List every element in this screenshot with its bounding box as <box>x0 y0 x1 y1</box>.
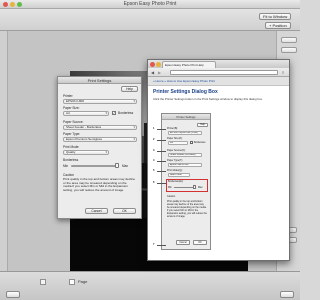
print-settings-dialog: Print Settings Help Printer: EPSON L800 … <box>57 76 142 219</box>
app-titlebar: Epson Easy Photo Print <box>0 0 300 9</box>
help-button[interactable]: Help <box>121 86 138 92</box>
inner-slider-thumb <box>193 185 196 189</box>
callout-5: 5 <box>153 169 155 172</box>
inner-paper-size-select: A4 <box>168 141 188 145</box>
browser-minimize-button[interactable] <box>156 62 161 67</box>
min-label: Min <box>63 164 69 168</box>
help-screenshot: Printer Settings Help Printer(B): EPSON … <box>161 113 211 250</box>
callout-4-leader <box>157 161 166 162</box>
inner-ok-button: OK <box>193 240 207 245</box>
caution-title: Caution <box>63 173 74 177</box>
max-label: Max <box>122 164 129 168</box>
inner-print-mode-select: Best Photo <box>168 173 190 177</box>
side-button-1[interactable] <box>281 37 297 43</box>
back-icon[interactable]: ◀ <box>151 70 154 75</box>
inner-min-label: Min <box>168 186 172 189</box>
position-button[interactable]: + Position <box>265 22 291 29</box>
page-field[interactable] <box>69 279 75 285</box>
forward-icon[interactable]: ▶ <box>158 70 161 75</box>
plus-icon: + <box>269 23 272 28</box>
menu-icon[interactable]: ≡ <box>282 70 284 75</box>
bottom-left-button[interactable] <box>6 291 20 298</box>
callout-2-leader <box>157 140 166 141</box>
page-heading: Printer Settings Dialog Box <box>153 89 218 95</box>
inner-cancel-button: Cancel <box>176 240 190 245</box>
inner-printer-select: EPSON Stylus C82 (USB) <box>168 131 202 135</box>
inner-borderless-expansion-label: Borderless(E): <box>168 180 184 183</box>
caution-text: Print quality in the top and bottom area… <box>63 178 136 193</box>
inner-borderless-checkbox <box>190 141 193 144</box>
printer-select[interactable]: EPSON L800 <box>63 99 137 104</box>
paper-type-label: Paper Type: <box>63 132 81 136</box>
print-mode-select[interactable]: Quality <box>63 150 109 155</box>
left-sidebar <box>0 31 8 271</box>
browser-titlebar: Epson Easy Photo Print Help <box>148 60 289 68</box>
borderless-label: Borderless <box>118 111 134 115</box>
app-toolbar: Fit to Window + Position <box>0 9 300 31</box>
bottom-right-button[interactable] <box>280 291 294 298</box>
callout-7-leader <box>157 245 166 246</box>
callout-1-leader <box>157 129 166 130</box>
ok-button[interactable]: OK <box>113 208 136 214</box>
callout-3-leader <box>157 151 166 152</box>
paper-size-select[interactable]: A4 <box>63 111 109 116</box>
paper-source-label: Paper Source: <box>63 120 84 124</box>
inner-caution-title: Caution <box>167 195 176 198</box>
inner-help-button: Help <box>197 123 208 127</box>
url-bar[interactable] <box>170 70 278 75</box>
callout-7: 7 <box>153 243 155 246</box>
expansion-slider-thumb[interactable] <box>115 163 119 168</box>
inner-print-mode-label: Print Mode(Q): <box>167 169 183 172</box>
inner-paper-type-label: Paper Type(T): <box>167 159 183 162</box>
callout-6: 6 <box>153 181 155 184</box>
printer-label: Printer: <box>63 94 74 98</box>
callout-1: 1 <box>153 127 155 130</box>
help-page-body: Printer Settings Dialog Box Click the Pr… <box>148 86 289 260</box>
browser-close-button[interactable] <box>150 62 155 67</box>
inner-max-label: Max <box>198 186 203 189</box>
bottom-bar: Page <box>0 271 300 300</box>
callout-5-leader <box>157 171 166 172</box>
inner-paper-source-select: Sheet Feeder (Pre-Edit) <box>168 153 202 157</box>
borderless-expansion-label: Borderless <box>63 158 79 162</box>
callout-4: 4 <box>153 159 155 162</box>
inner-caution-text: Print quality in the top and bottom area… <box>167 200 207 218</box>
side-button-2[interactable] <box>281 47 297 53</box>
zoom-window-button[interactable] <box>17 2 22 7</box>
borderless-checkbox[interactable]: ✓ <box>112 111 116 115</box>
callout-2: 2 <box>153 138 155 141</box>
help-browser-window: Epson Easy Photo Print Help ◀ ▶ ≡ » Home… <box>147 59 290 261</box>
breadcrumb[interactable]: » Home » How to Use Epson Easy Photo Pri… <box>148 77 289 86</box>
minimize-window-button[interactable] <box>10 2 15 7</box>
inner-title: Printer Settings <box>162 114 210 120</box>
paper-source-select[interactable]: Sheet Feeder - Borderless <box>63 125 137 130</box>
page-intro: Click the Printer Settings button in the… <box>153 97 263 101</box>
app-title: Epson Easy Photo Print <box>123 1 177 7</box>
paper-size-label: Paper Size: <box>63 106 80 110</box>
page-label: Page <box>78 279 88 284</box>
inner-paper-source-label: Paper Source(O): <box>167 149 186 152</box>
inner-borderless-label: Borderless <box>194 141 206 144</box>
position-label: Position <box>272 23 287 28</box>
expansion-slider-track[interactable] <box>71 165 119 167</box>
inner-printer-label: Printer(B): <box>167 127 178 130</box>
print-mode-label: Print Mode: <box>63 145 80 149</box>
cancel-button[interactable]: Cancel <box>85 208 108 214</box>
inner-paper-type-select: Epson Mat Photo <box>168 163 202 167</box>
dialog-title: Print Settings <box>58 77 141 84</box>
paper-type-select[interactable]: Epson Premium Semigloss <box>63 137 137 142</box>
close-window-button[interactable] <box>3 2 8 7</box>
fit-to-window-button[interactable]: Fit to Window <box>259 13 292 20</box>
browser-tab[interactable]: Epson Easy Photo Print Help <box>162 61 216 68</box>
callout-6-leader <box>157 183 166 184</box>
callout-3: 3 <box>153 149 155 152</box>
inner-paper-size-label: Paper Size(Z): <box>167 137 183 140</box>
page-prev-button[interactable] <box>40 279 46 285</box>
browser-toolbar: ◀ ▶ ≡ <box>148 68 289 77</box>
